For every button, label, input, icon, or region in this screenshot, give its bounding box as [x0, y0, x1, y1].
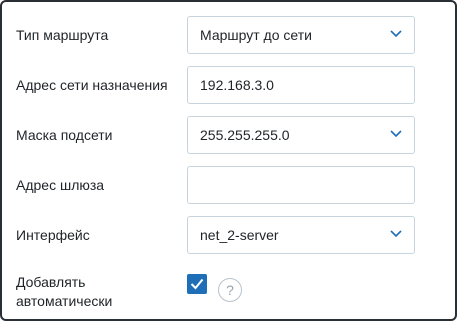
gateway-input[interactable]	[187, 166, 415, 204]
dest-network-label: Адрес сети назначения	[16, 77, 168, 93]
subnet-mask-value: 255.255.255.0	[200, 127, 290, 143]
help-icon-glyph: ?	[226, 282, 234, 298]
route-type-select[interactable]: Маршрут до сети	[187, 16, 415, 54]
dest-network-input[interactable]: 192.168.3.0	[187, 66, 415, 104]
interface-select[interactable]: net_2-server	[187, 216, 415, 254]
help-icon[interactable]: ?	[218, 278, 242, 302]
interface-value: net_2-server	[200, 227, 279, 243]
subnet-mask-label: Маска подсети	[16, 127, 113, 143]
chevron-down-icon	[390, 130, 402, 138]
interface-label: Интерфейс	[16, 227, 90, 243]
subnet-mask-select[interactable]: 255.255.255.0	[187, 116, 415, 154]
chevron-down-icon	[390, 30, 402, 38]
checkmark-icon	[190, 278, 204, 290]
route-form-panel: Тип маршрута Маршрут до сети Адрес сети …	[0, 0, 457, 321]
gateway-label: Адрес шлюза	[16, 177, 105, 193]
auto-add-checkbox[interactable]	[187, 274, 207, 294]
auto-add-label-line2: автоматически	[16, 293, 113, 309]
route-type-label: Тип маршрута	[16, 27, 109, 43]
dest-network-value: 192.168.3.0	[200, 77, 274, 93]
route-type-value: Маршрут до сети	[200, 27, 312, 43]
chevron-down-icon	[390, 230, 402, 238]
auto-add-label-line1: Добавлять	[16, 274, 86, 290]
